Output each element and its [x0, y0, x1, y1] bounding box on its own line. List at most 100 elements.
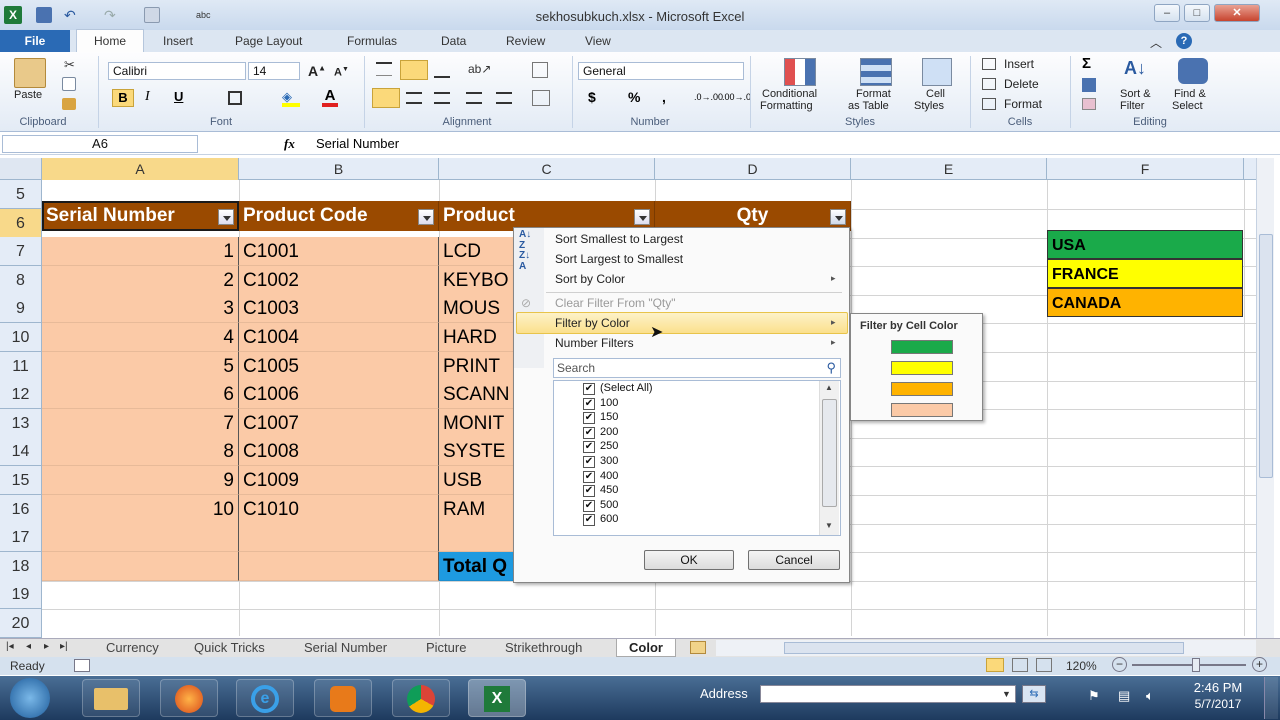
filter-checkbox-label[interactable]: 450 — [600, 484, 618, 496]
decrease-indent-icon[interactable] — [466, 92, 482, 104]
sheet-tab-currency[interactable]: Currency — [106, 639, 159, 657]
orientation-icon[interactable]: ab↗ — [468, 62, 491, 76]
fill-color-icon[interactable]: ◈ — [282, 89, 300, 107]
header-serial-number[interactable]: Serial Number — [42, 201, 239, 231]
taskbar-explorer-icon[interactable] — [82, 679, 140, 717]
row-header[interactable]: 13 — [0, 409, 42, 438]
taskbar-chrome-icon[interactable] — [392, 679, 450, 717]
grow-font-icon[interactable]: A▲ — [308, 63, 326, 79]
zoom-in-icon[interactable]: + — [1252, 657, 1267, 672]
taskbar-date[interactable]: 5/7/2017 — [1190, 697, 1246, 711]
legend-canada[interactable]: CANADA — [1047, 288, 1243, 317]
help-icon[interactable]: ? — [1176, 33, 1192, 49]
serial-cell[interactable]: 3 — [42, 294, 239, 323]
filter-checkbox-label[interactable]: 250 — [600, 440, 618, 452]
tab-formulas[interactable]: Formulas — [339, 30, 405, 52]
merge-center-icon[interactable] — [532, 90, 550, 106]
checklist-scrollbar[interactable]: ▲ ▼ — [819, 381, 839, 535]
filter-checkbox-label[interactable]: 150 — [600, 411, 618, 423]
borders-icon[interactable] — [228, 91, 242, 105]
insert-cells-button[interactable]: Insert — [1004, 57, 1034, 71]
conditional-formatting-icon[interactable] — [784, 58, 816, 86]
column-header-c[interactable]: C — [439, 158, 655, 180]
font-color-icon[interactable]: A — [322, 87, 338, 107]
fill-icon[interactable] — [1082, 78, 1096, 92]
zoom-slider-thumb[interactable] — [1192, 658, 1200, 672]
address-dropdown-icon[interactable]: ▼ — [1002, 689, 1011, 699]
color-swatch-orange[interactable] — [891, 382, 953, 396]
zoom-slider[interactable] — [1132, 658, 1246, 672]
percent-button[interactable]: % — [628, 89, 640, 105]
format-painter-icon[interactable] — [62, 98, 76, 110]
ribbon-collapse-icon[interactable]: ︿ — [1150, 34, 1162, 51]
find-select-icon[interactable] — [1178, 58, 1208, 84]
empty-cell[interactable] — [42, 552, 239, 581]
filter-checkbox[interactable]: ✔ — [583, 456, 595, 468]
normal-view-icon[interactable] — [986, 658, 1004, 672]
product-code-cell[interactable]: C1003 — [239, 294, 439, 323]
serial-cell[interactable]: 5 — [42, 352, 239, 381]
sheet-nav-first-icon[interactable]: |◂ — [6, 641, 14, 652]
filter-dropdown-qty[interactable] — [830, 209, 846, 225]
wrap-text-icon[interactable] — [532, 62, 548, 78]
product-code-cell[interactable]: C1002 — [239, 266, 439, 295]
align-center-icon[interactable] — [406, 92, 422, 104]
maximize-button[interactable]: □ — [1184, 4, 1210, 22]
row-header[interactable]: 20 — [0, 609, 42, 638]
product-code-cell[interactable]: C1006 — [239, 380, 439, 409]
color-swatch-green[interactable] — [891, 340, 953, 354]
row-header[interactable]: 10 — [0, 323, 42, 352]
filter-checkbox-label[interactable]: (Select All) — [600, 382, 653, 394]
number-format-combo[interactable]: General — [578, 62, 744, 80]
start-button-icon[interactable] — [10, 678, 50, 718]
color-swatch-peach[interactable] — [891, 403, 953, 417]
filter-checkbox[interactable]: ✔ — [583, 427, 595, 439]
row-header[interactable]: 16 — [0, 495, 42, 524]
color-swatch-yellow[interactable] — [891, 361, 953, 375]
font-size-combo[interactable]: 14 — [248, 62, 300, 80]
align-left-icon[interactable] — [372, 88, 400, 108]
checklist-scroll-up-icon[interactable]: ▲ — [825, 383, 833, 392]
tray-flag-icon[interactable]: ⚑ — [1088, 688, 1100, 704]
decrease-decimal-icon[interactable]: .00→.0 — [722, 92, 751, 102]
format-cells-button[interactable]: Format — [1004, 97, 1042, 111]
cell-styles-button[interactable]: Cell — [926, 88, 945, 100]
close-button[interactable]: ✕ — [1214, 4, 1260, 22]
row-header[interactable]: 14 — [0, 437, 42, 466]
insert-cells-icon[interactable] — [982, 58, 996, 70]
row-header[interactable]: 9 — [0, 294, 42, 323]
row-header[interactable]: 18 — [0, 552, 42, 581]
empty-cell[interactable] — [239, 552, 439, 581]
column-header-e[interactable]: E — [851, 158, 1047, 180]
align-bottom-icon[interactable] — [434, 64, 450, 78]
currency-button[interactable]: $ — [588, 89, 596, 105]
menu-sort-descending[interactable]: Sort Largest to Smallest — [555, 250, 683, 268]
checklist-scroll-thumb[interactable] — [822, 399, 837, 507]
address-go-icon[interactable]: ⇆ — [1022, 685, 1046, 703]
comma-button[interactable]: , — [662, 89, 666, 105]
page-layout-view-icon[interactable] — [1012, 658, 1028, 672]
tab-home[interactable]: Home — [76, 29, 144, 53]
column-header-b[interactable]: B — [239, 158, 439, 180]
product-code-cell[interactable]: C1001 — [239, 237, 439, 266]
tab-file[interactable]: File — [0, 30, 70, 52]
serial-cell[interactable]: 8 — [42, 437, 239, 466]
filter-dropdown-code[interactable] — [418, 209, 434, 225]
font-name-combo[interactable]: Calibri — [108, 62, 246, 80]
product-code-cell[interactable]: C1010 — [239, 495, 439, 524]
filter-checkbox-label[interactable]: 600 — [600, 513, 618, 525]
sort-filter-button[interactable]: Sort & — [1120, 88, 1151, 100]
legend-france[interactable]: FRANCE — [1047, 259, 1243, 288]
filter-checkbox[interactable]: ✔ — [583, 471, 595, 483]
sort-filter-icon[interactable]: A↓ — [1124, 58, 1154, 86]
filter-checkbox[interactable]: ✔ — [583, 398, 595, 410]
serial-cell[interactable]: 10 — [42, 495, 239, 524]
format-cells-icon[interactable] — [982, 98, 996, 110]
filter-checkbox[interactable]: ✔ — [583, 441, 595, 453]
column-header-d[interactable]: D — [655, 158, 851, 180]
sheet-tab-serial-number[interactable]: Serial Number — [304, 639, 387, 657]
align-top-icon[interactable] — [376, 62, 392, 76]
legend-usa[interactable]: USA — [1047, 230, 1243, 259]
tab-data[interactable]: Data — [433, 30, 474, 52]
conditional-formatting-button[interactable]: Conditional — [762, 88, 817, 100]
